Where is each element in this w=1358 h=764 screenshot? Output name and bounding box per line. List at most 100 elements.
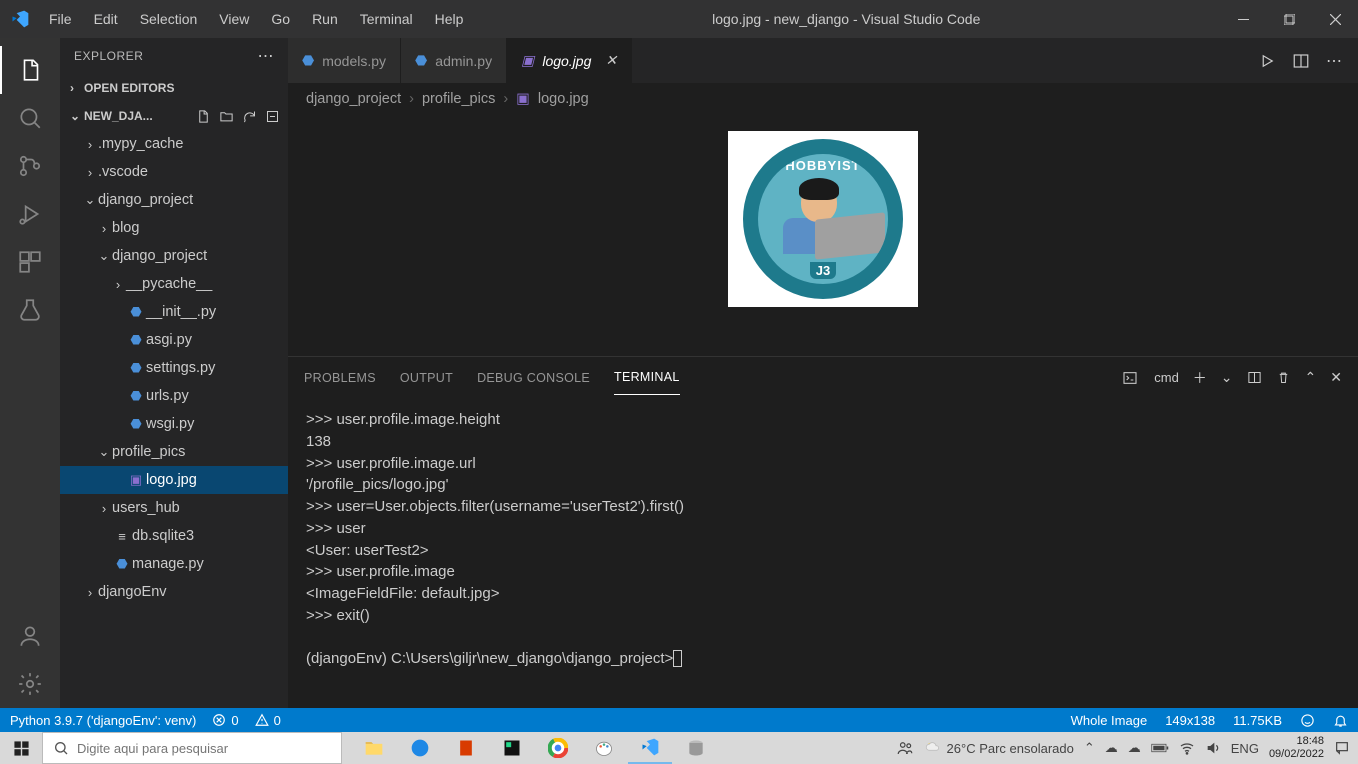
python-icon: ⬣ xyxy=(126,304,146,320)
menu-terminal[interactable]: Terminal xyxy=(351,8,422,30)
taskbar-chrome[interactable] xyxy=(536,732,580,764)
split-editor-icon[interactable] xyxy=(1292,52,1310,70)
refresh-icon[interactable] xyxy=(242,109,257,124)
search-input[interactable] xyxy=(77,741,331,756)
taskbar-onedrive-icon[interactable]: ☁ xyxy=(1105,740,1118,756)
taskbar-weather[interactable]: 26°C Parc ensolarado xyxy=(924,739,1074,757)
activity-source-control[interactable] xyxy=(0,142,60,190)
tree-item-logo-jpg[interactable]: ▣logo.jpg xyxy=(60,466,288,494)
tree-item-wsgi-py[interactable]: ⬣wsgi.py xyxy=(60,410,288,438)
start-button[interactable] xyxy=(0,732,42,764)
status-errors[interactable]: 0 xyxy=(212,713,238,728)
taskbar-wifi-icon[interactable] xyxy=(1179,740,1195,756)
taskbar-people-icon[interactable] xyxy=(896,739,914,757)
maximize-panel-icon[interactable]: ⌃ xyxy=(1305,369,1317,386)
tab-logo[interactable]: ▣logo.jpg✕ xyxy=(507,38,632,83)
taskbar-vscode[interactable] xyxy=(628,732,672,764)
tree-item-label: .vscode xyxy=(98,164,148,180)
sidebar-header: EXPLORER ⋯ xyxy=(60,38,288,74)
taskbar-cloud-icon[interactable]: ☁ xyxy=(1128,740,1141,756)
activity-search[interactable] xyxy=(0,94,60,142)
terminal-dropdown-icon[interactable]: ⌄ xyxy=(1221,369,1233,386)
taskbar-notifications-icon[interactable] xyxy=(1334,740,1350,756)
taskbar-battery-icon[interactable] xyxy=(1151,742,1169,754)
activity-explorer[interactable] xyxy=(0,46,60,94)
menu-view[interactable]: View xyxy=(210,8,258,30)
run-icon[interactable] xyxy=(1258,52,1276,70)
taskbar-tray-chevron[interactable]: ⌃ xyxy=(1084,740,1095,756)
taskbar-volume-icon[interactable] xyxy=(1205,740,1221,756)
status-bell-icon[interactable] xyxy=(1333,713,1348,728)
minimize-button[interactable] xyxy=(1220,0,1266,38)
open-editors-section[interactable]: ›OPEN EDITORS xyxy=(60,74,288,102)
menu-edit[interactable]: Edit xyxy=(85,8,127,30)
activity-testing[interactable] xyxy=(0,286,60,334)
activity-accounts[interactable] xyxy=(0,612,60,660)
tree-item-django-project[interactable]: ⌄django_project xyxy=(60,186,288,214)
split-terminal-icon[interactable] xyxy=(1247,370,1262,385)
tree-item-manage-py[interactable]: ⬣manage.py xyxy=(60,550,288,578)
new-terminal-icon[interactable]: ＋ xyxy=(1193,368,1207,388)
taskbar-clock[interactable]: 18:48 09/02/2022 xyxy=(1269,735,1324,761)
status-whole-image[interactable]: Whole Image xyxy=(1071,713,1148,728)
panel-tabs: PROBLEMS OUTPUT DEBUG CONSOLE TERMINAL c… xyxy=(288,357,1358,399)
tree-item-django-project[interactable]: ⌄django_project xyxy=(60,242,288,270)
close-panel-icon[interactable]: ✕ xyxy=(1330,369,1342,386)
sidebar-more-icon[interactable]: ⋯ xyxy=(258,46,275,66)
taskbar-lang[interactable]: ENG xyxy=(1231,741,1259,756)
shell-icon[interactable] xyxy=(1122,370,1138,386)
tab-admin[interactable]: ⬣admin.py xyxy=(401,38,507,83)
activity-settings[interactable] xyxy=(0,660,60,708)
tree-item-users-hub[interactable]: ›users_hub xyxy=(60,494,288,522)
tree-item-db-sqlite3[interactable]: ≡db.sqlite3 xyxy=(60,522,288,550)
tree-item-label: wsgi.py xyxy=(146,416,194,432)
menu-help[interactable]: Help xyxy=(426,8,473,30)
tree-item---init---py[interactable]: ⬣__init__.py xyxy=(60,298,288,326)
workspace-folder-header[interactable]: ⌄ NEW_DJA... xyxy=(60,102,288,130)
taskbar-paint[interactable] xyxy=(582,732,626,764)
panel-tab-debug-console[interactable]: DEBUG CONSOLE xyxy=(477,361,590,395)
tree-item-blog[interactable]: ›blog xyxy=(60,214,288,242)
taskbar-edge[interactable] xyxy=(398,732,442,764)
tree-item-profile-pics[interactable]: ⌄profile_pics xyxy=(60,438,288,466)
panel-tab-problems[interactable]: PROBLEMS xyxy=(304,361,376,395)
maximize-button[interactable] xyxy=(1266,0,1312,38)
tree-item-label: urls.py xyxy=(146,388,189,404)
activity-extensions[interactable] xyxy=(0,238,60,286)
menu-go[interactable]: Go xyxy=(262,8,299,30)
tab-models[interactable]: ⬣models.py xyxy=(288,38,401,83)
new-folder-icon[interactable] xyxy=(219,109,234,124)
close-button[interactable] xyxy=(1312,0,1358,38)
taskbar-office[interactable] xyxy=(444,732,488,764)
taskbar-search[interactable] xyxy=(42,732,342,764)
menu-selection[interactable]: Selection xyxy=(131,8,207,30)
breadcrumb[interactable]: django_project› profile_pics› ▣ logo.jpg xyxy=(288,83,1358,115)
menu-run[interactable]: Run xyxy=(303,8,347,30)
tree-item-urls-py[interactable]: ⬣urls.py xyxy=(60,382,288,410)
taskbar-explorer[interactable] xyxy=(352,732,396,764)
panel-tab-terminal[interactable]: TERMINAL xyxy=(614,360,680,395)
taskbar-pycharm[interactable] xyxy=(490,732,534,764)
close-icon[interactable]: ✕ xyxy=(605,52,617,69)
activity-run-debug[interactable] xyxy=(0,190,60,238)
tree-item-djangoenv[interactable]: ›djangoEnv xyxy=(60,578,288,606)
status-warnings[interactable]: 0 xyxy=(255,713,281,728)
tree-item-settings-py[interactable]: ⬣settings.py xyxy=(60,354,288,382)
tree-item--vscode[interactable]: ›.vscode xyxy=(60,158,288,186)
tree-item-asgi-py[interactable]: ⬣asgi.py xyxy=(60,326,288,354)
tree-item--mypy-cache[interactable]: ›.mypy_cache xyxy=(60,130,288,158)
kill-terminal-icon[interactable] xyxy=(1276,370,1291,385)
taskbar-db[interactable] xyxy=(674,732,718,764)
database-icon: ≡ xyxy=(112,529,132,544)
new-file-icon[interactable] xyxy=(196,109,211,124)
status-feedback-icon[interactable] xyxy=(1300,713,1315,728)
shell-name[interactable]: cmd xyxy=(1154,370,1179,385)
collapse-icon[interactable] xyxy=(265,109,280,124)
status-python[interactable]: Python 3.9.7 ('djangoEnv': venv) xyxy=(10,713,196,728)
more-icon[interactable]: ⋯ xyxy=(1326,51,1342,71)
panel-tab-output[interactable]: OUTPUT xyxy=(400,361,453,395)
image-icon: ▣ xyxy=(521,52,534,69)
tree-item---pycache--[interactable]: ›__pycache__ xyxy=(60,270,288,298)
terminal-output[interactable]: >>> user.profile.image.height 138 >>> us… xyxy=(288,399,1358,708)
menu-file[interactable]: File xyxy=(40,8,81,30)
